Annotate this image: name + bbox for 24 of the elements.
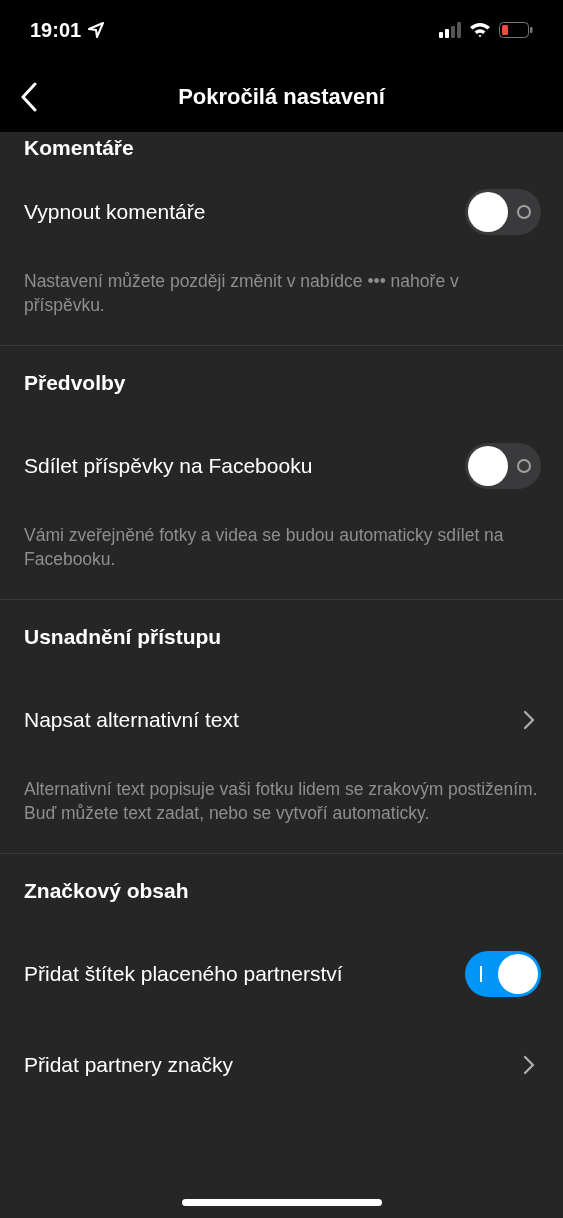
chevron-right-icon — [523, 1054, 535, 1075]
section-heading: Komentáře — [24, 135, 134, 161]
wifi-icon — [469, 22, 491, 38]
setting-description: Vámi zveřejněné fotky a videa se budou automaticky sdílet na Facebooku. — [23, 524, 505, 571]
back-chevron-icon — [20, 82, 38, 112]
section-heading: Značkový obsah — [24, 878, 189, 905]
setting-description: Nastavení můžete později změnit v nabídce ••• nahoře v příspěvku. — [23, 270, 460, 317]
setting-label: Vypnout komentáře — [24, 198, 206, 225]
setting-label: Přidat štítek placeného partnerství — [24, 960, 343, 987]
setting-description: Alternativní text popisuje vaši fotku lidem se zrakovým postižením. Buď můžete text zadat, nebo se vytvoří automaticky. — [23, 778, 539, 825]
section-heading: Usnadnění přístupu — [24, 624, 222, 651]
setting-label: Sdílet příspěvky na Facebooku — [24, 452, 313, 479]
toggle-switch[interactable] — [465, 950, 541, 997]
toggle-switch[interactable] — [465, 188, 541, 235]
status-time: 19:01 — [30, 18, 82, 43]
chevron-right-icon — [523, 709, 535, 730]
toggle-switch[interactable] — [465, 442, 541, 489]
location-arrow-icon — [87, 21, 106, 39]
signal-icon — [439, 22, 461, 38]
screen-title: Pokročilá nastavení — [178, 82, 385, 111]
setting-label: Napsat alternativní text — [24, 706, 239, 733]
battery-icon — [499, 22, 533, 38]
section-heading: Předvolby — [24, 370, 126, 397]
setting-label: Přidat partnery značky — [24, 1051, 233, 1078]
